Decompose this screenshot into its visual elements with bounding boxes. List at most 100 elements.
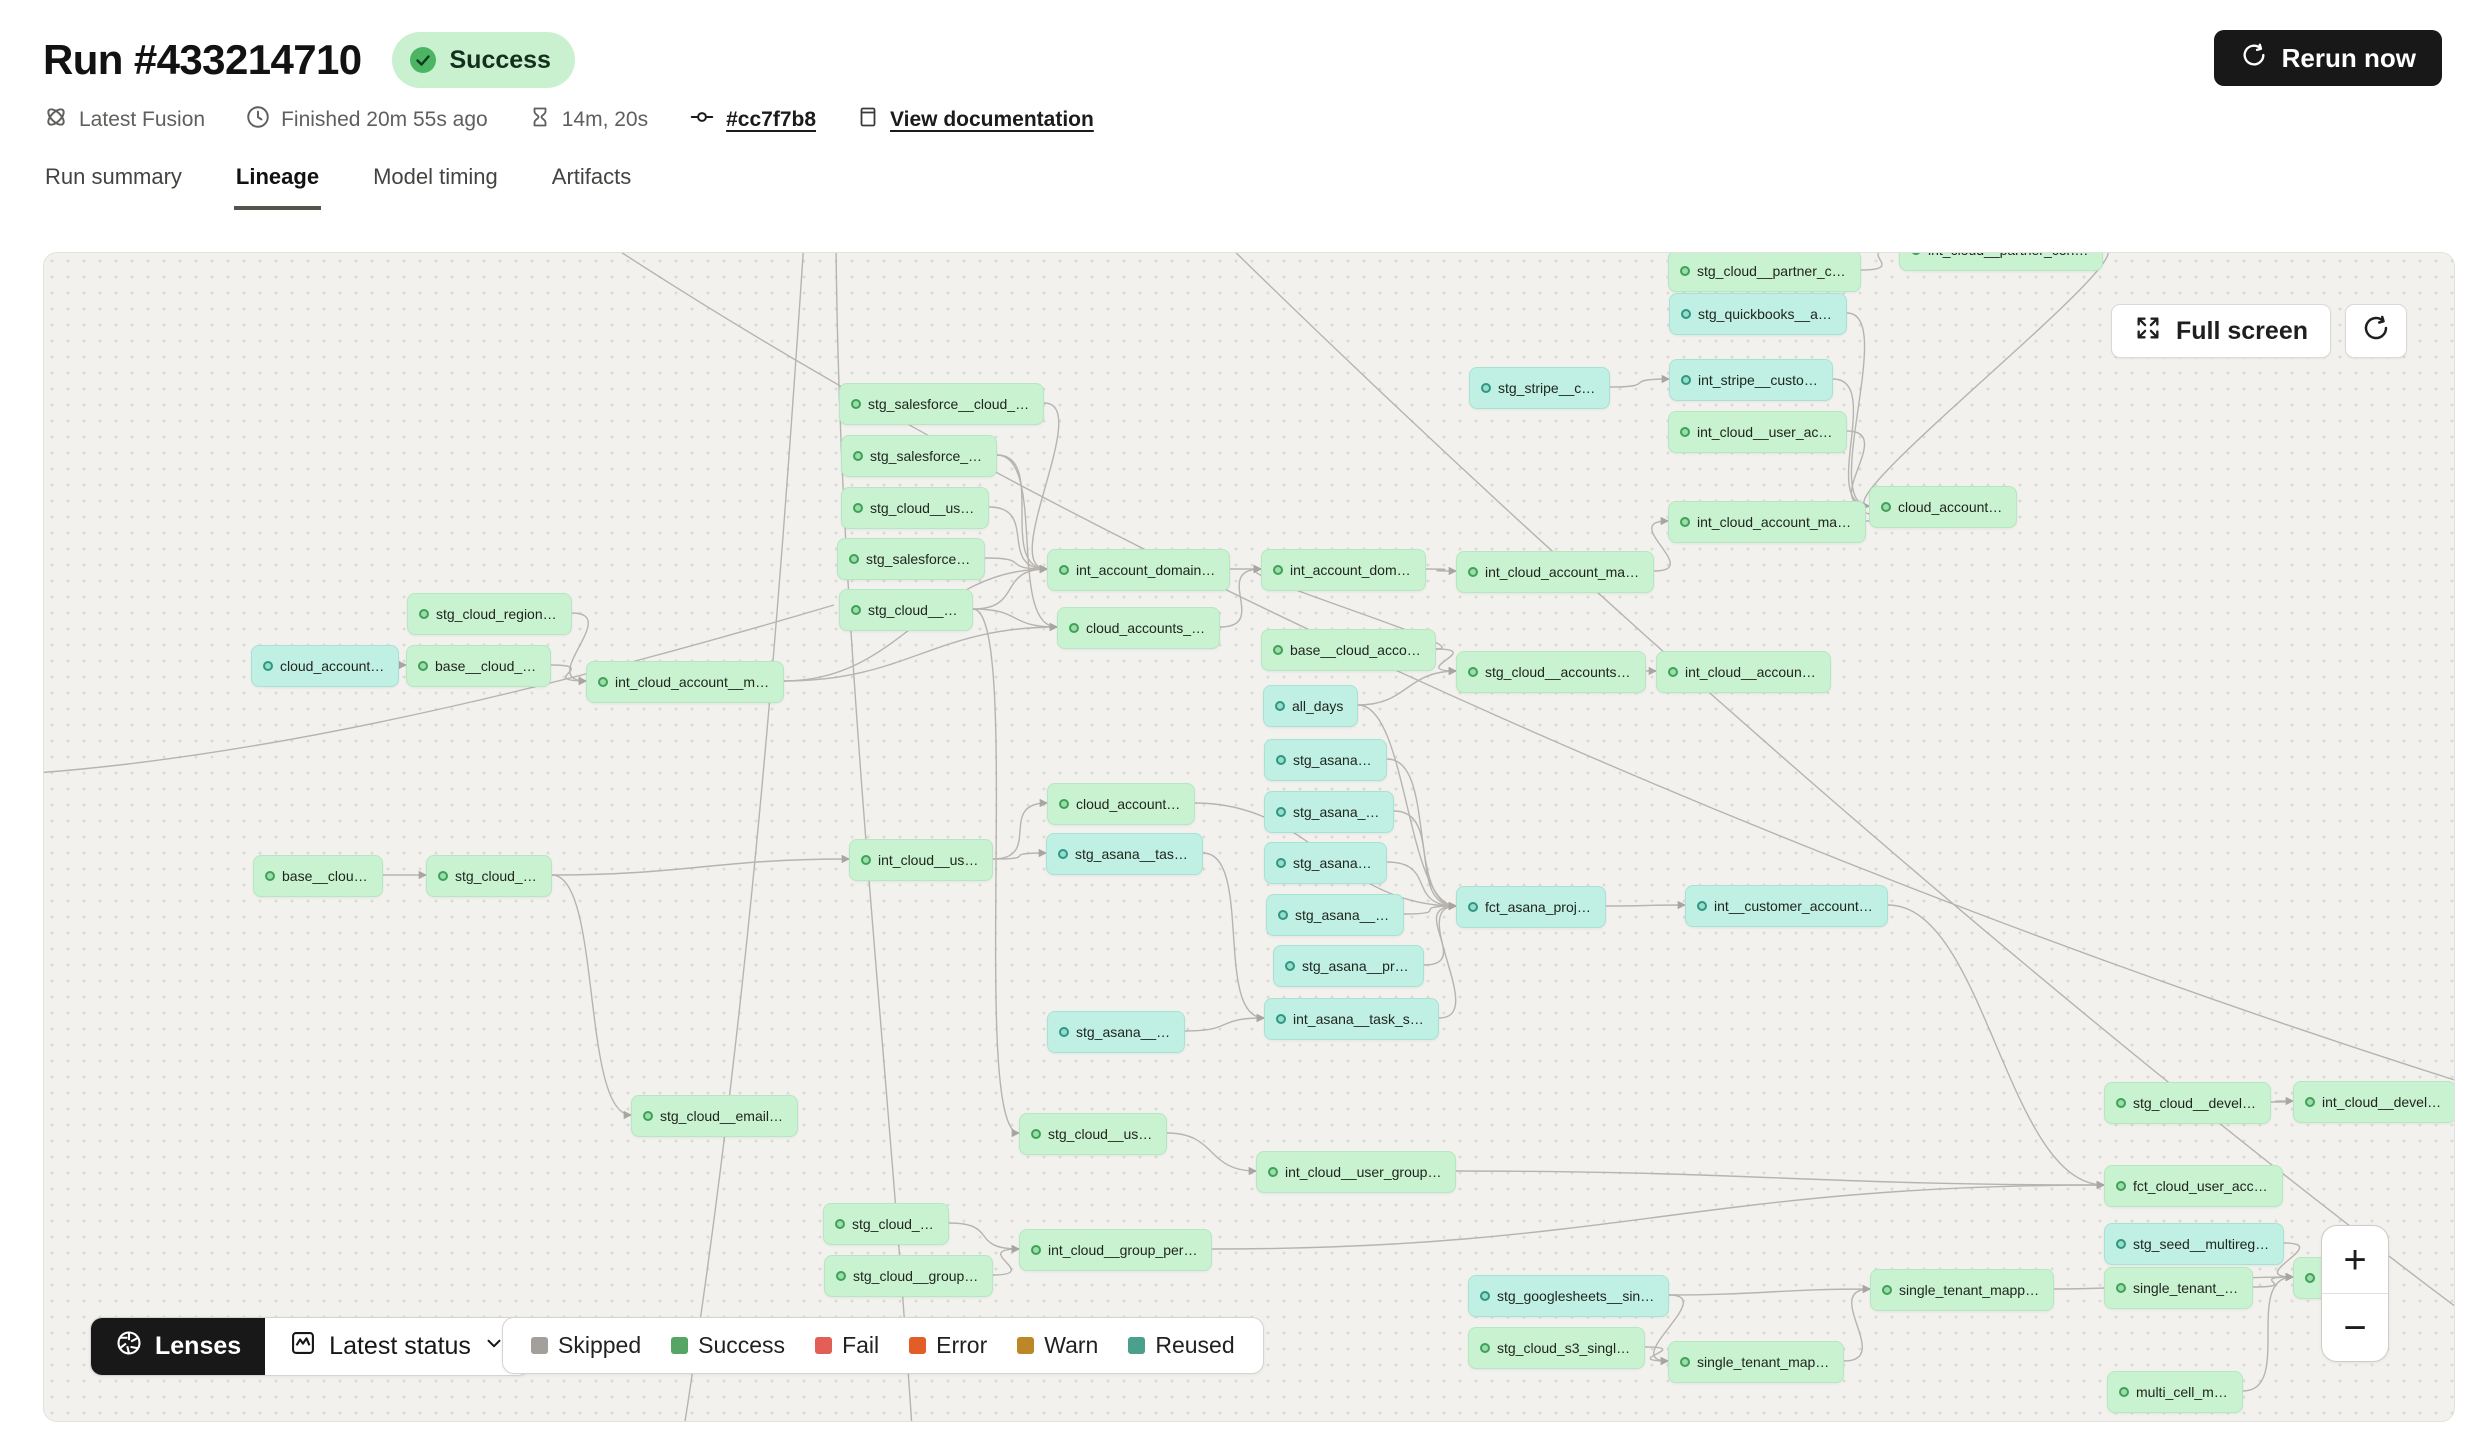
graph-node[interactable]: int_asana__task_s… <box>1264 998 1439 1040</box>
graph-node[interactable]: stg_cloud__accounts… <box>1456 651 1646 693</box>
graph-node[interactable]: stg_cloud__us… <box>841 487 989 529</box>
graph-node[interactable]: all_days <box>1263 685 1358 727</box>
success-status-icon <box>1882 1285 1892 1295</box>
graph-node[interactable]: int_cloud_account_ma… <box>1668 501 1866 543</box>
graph-node[interactable]: stg_asana__pr… <box>1273 945 1424 987</box>
graph-node[interactable]: cloud_account… <box>1869 486 2017 528</box>
graph-node[interactable]: stg_quickbooks__a… <box>1669 293 1847 335</box>
graph-node-label: fct_cloud_user_acc… <box>2133 1178 2268 1194</box>
graph-node[interactable]: int_cloud__user_ac… <box>1668 411 1847 453</box>
graph-node[interactable]: int_cloud__user_group… <box>1256 1151 1456 1193</box>
graph-node[interactable]: stg_asana… <box>1264 739 1387 781</box>
zoom-in-button[interactable]: + <box>2322 1226 2388 1293</box>
graph-node[interactable]: int_cloud__us… <box>849 839 993 881</box>
graph-node[interactable]: stg_asana_… <box>1264 791 1394 833</box>
graph-node[interactable]: multi_cell_m… <box>2107 1371 2243 1413</box>
graph-node-label: stg_cloud_… <box>852 1216 934 1232</box>
success-status-icon <box>438 871 448 881</box>
graph-node[interactable]: int_cloud_account_ma… <box>1456 551 1654 593</box>
graph-node[interactable]: base__cloud_… <box>406 645 551 687</box>
graph-node[interactable]: stg_cloud_region… <box>407 593 572 635</box>
meta-14m-20s: 14m, 20s <box>528 104 648 136</box>
aperture-icon <box>115 1329 143 1364</box>
graph-node[interactable]: stg_salesforce_… <box>841 435 997 477</box>
meta-cc7f7b8[interactable]: #cc7f7b8 <box>688 104 816 136</box>
graph-node-label: stg_cloud__email… <box>660 1108 783 1124</box>
success-status-icon <box>1268 1167 1278 1177</box>
graph-node[interactable]: cloud_accounts_… <box>1057 607 1220 649</box>
meta-view-documentation[interactable]: View documentation <box>856 104 1094 136</box>
graph-node[interactable]: int_cloud__group_per… <box>1019 1229 1212 1271</box>
graph-node[interactable]: single_tenant_… <box>2104 1267 2253 1309</box>
graph-node[interactable]: fct_asana_proj… <box>1456 886 1606 928</box>
zoom-out-button[interactable]: − <box>2322 1294 2388 1361</box>
graph-node-label: stg_salesforce_… <box>870 448 982 464</box>
legend-item-success: Success <box>671 1332 785 1359</box>
tab-run-summary[interactable]: Run summary <box>43 164 184 210</box>
tab-lineage[interactable]: Lineage <box>234 164 321 210</box>
graph-node[interactable]: fct_cloud_user_acc… <box>2104 1165 2283 1207</box>
lens-selector[interactable]: Latest status <box>265 1318 529 1375</box>
graph-node[interactable]: stg_asana__… <box>1266 894 1404 936</box>
legend-swatch <box>1017 1337 1034 1354</box>
rerun-button[interactable]: Rerun now <box>2214 30 2442 86</box>
meta-label: Finished 20m 55s ago <box>281 108 488 132</box>
graph-node[interactable]: stg_cloud_s3_singl… <box>1468 1327 1645 1369</box>
graph-node[interactable]: int_stripe__custo… <box>1669 359 1833 401</box>
success-status-icon <box>1468 667 1478 677</box>
graph-node-label: cloud_account… <box>280 658 384 674</box>
graph-node[interactable]: int_cloud__partner_con… <box>1899 252 2103 271</box>
hourglass-icon <box>528 104 552 136</box>
graph-node-label: int_account_domain… <box>1076 562 1215 578</box>
graph-node[interactable]: stg_salesforce… <box>837 538 985 580</box>
graph-node[interactable]: int_account_dom… <box>1261 549 1426 591</box>
graph-node[interactable]: single_tenant_map… <box>1668 1341 1844 1383</box>
graph-node[interactable]: base__cloud_acco… <box>1261 629 1436 671</box>
graph-node[interactable]: stg_asana__… <box>1047 1011 1185 1053</box>
graph-node-label: stg_asana… <box>1293 752 1372 768</box>
graph-node[interactable]: int_account_domain… <box>1047 549 1230 591</box>
graph-node[interactable]: int_cloud__accoun… <box>1656 651 1831 693</box>
graph-node-label: stg_cloud_… <box>455 868 537 884</box>
legend-item-fail: Fail <box>815 1332 879 1359</box>
lenses-button[interactable]: Lenses <box>91 1318 265 1375</box>
graph-node[interactable]: stg_salesforce__cloud_… <box>839 383 1044 425</box>
reused-status-icon <box>1278 910 1288 920</box>
graph-node[interactable]: stg_cloud__devel… <box>2104 1082 2271 1124</box>
graph-node-label: stg_asana__tas… <box>1075 846 1188 862</box>
graph-node[interactable]: int_cloud_account__m… <box>586 661 784 703</box>
meta-latest-fusion: Latest Fusion <box>43 104 205 136</box>
graph-node[interactable]: stg_cloud__email… <box>631 1095 798 1137</box>
graph-node[interactable]: base__clou… <box>253 855 383 897</box>
legend-swatch <box>815 1337 832 1354</box>
lineage-canvas[interactable]: stg_cloud__partner_c… int_cloud__partner_… <box>43 252 2455 1422</box>
fullscreen-button[interactable]: Full screen <box>2111 304 2331 358</box>
success-status-icon <box>1680 517 1690 527</box>
graph-node[interactable]: stg_cloud__… <box>839 589 973 631</box>
graph-node[interactable]: stg_cloud_… <box>426 855 552 897</box>
graph-node[interactable]: stg_cloud_… <box>823 1203 949 1245</box>
graph-node[interactable]: cloud_account… <box>1047 783 1195 825</box>
tab-model-timing[interactable]: Model timing <box>371 164 500 210</box>
graph-node[interactable]: stg_seed__multireg… <box>2104 1223 2284 1265</box>
graph-node[interactable]: stg_cloud__partner_c… <box>1668 252 1861 292</box>
graph-node[interactable]: stg_cloud__group… <box>824 1255 993 1297</box>
graph-node[interactable]: int__customer_account… <box>1685 885 1888 927</box>
status-chart-icon <box>289 1329 317 1364</box>
graph-node[interactable]: stg_stripe__c… <box>1469 367 1610 409</box>
graph-node[interactable]: stg_asana__tas… <box>1046 833 1203 875</box>
graph-node[interactable]: cloud_account… <box>251 645 399 687</box>
graph-node[interactable]: stg_asana… <box>1264 842 1387 884</box>
clock-icon <box>245 104 271 136</box>
lenses-button-label: Lenses <box>155 1332 241 1361</box>
rerun-button-label: Rerun now <box>2282 43 2416 74</box>
graph-node[interactable]: stg_cloud__us… <box>1019 1113 1167 1155</box>
graph-node[interactable]: stg_googlesheets__sin… <box>1468 1275 1669 1317</box>
graph-node[interactable]: int_cloud__devel… <box>2293 1081 2455 1123</box>
tab-artifacts[interactable]: Artifacts <box>550 164 633 210</box>
graph-node[interactable]: single_tenant_mapp… <box>1870 1269 2054 1311</box>
reused-status-icon <box>1276 858 1286 868</box>
refresh-graph-button[interactable] <box>2345 304 2407 358</box>
graph-node-label: fct_asana_proj… <box>1485 899 1591 915</box>
graph-node-label: stg_asana__… <box>1076 1024 1170 1040</box>
